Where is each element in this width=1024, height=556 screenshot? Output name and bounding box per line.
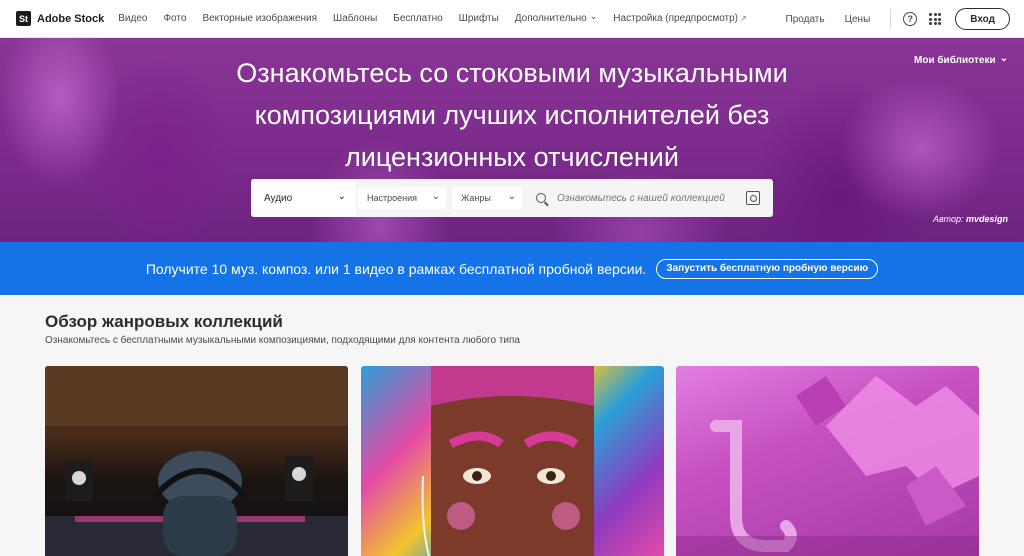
nav-link-free[interactable]: Бесплатно (393, 13, 442, 24)
credit-prefix: Автор: (932, 214, 964, 224)
illustrated-portrait-image (421, 366, 594, 556)
search-field (536, 179, 773, 217)
chevron-down-icon: ⌄ (507, 190, 516, 202)
chevron-down-icon: ⌄ (337, 190, 346, 202)
free-trial-text: Получите 10 муз. композ. или 1 видео в р… (145, 260, 647, 277)
brand-name: Adobe Stock (37, 12, 105, 25)
nav-link-more[interactable]: Дополнительно (515, 13, 598, 24)
free-trial-banner: Получите 10 муз. композ. или 1 видео в р… (0, 242, 1024, 295)
nav-link-templates[interactable]: Шаблоны (333, 13, 377, 24)
mood-filter-select[interactable]: Настроения ⌄ (358, 187, 446, 209)
collection-card-jazz[interactable] (676, 366, 979, 556)
collection-card-studio[interactable] (45, 366, 348, 556)
genre-collections-subtitle: Ознакомьтесь с бесплатными музыкальными … (45, 335, 520, 346)
credit-author[interactable]: mvdesign (966, 214, 1008, 224)
search-input[interactable] (557, 192, 737, 204)
content-type-select[interactable]: Аудио ⌄ (251, 179, 356, 217)
search-bar: Аудио ⌄ Настроения ⌄ Жанры ⌄ (251, 179, 773, 217)
nav-right: Продать Цены ? Вход (786, 0, 1010, 38)
top-navigation: St Adobe Stock Видео Фото Векторные изоб… (0, 0, 1024, 38)
nav-divider (890, 9, 892, 29)
adobe-stock-icon: St (16, 11, 31, 26)
sign-in-button[interactable]: Вход (955, 8, 1010, 30)
external-link-icon: ↗ (740, 14, 747, 23)
nav-link-customize-label: Настройка (предпросмотр) (613, 13, 739, 24)
nav-link-pricing[interactable]: Цены (845, 14, 871, 25)
start-free-trial-button[interactable]: Запустить бесплатную пробную версию (656, 258, 879, 279)
collection-card-pop[interactable] (361, 366, 664, 556)
nav-links: Видео Фото Векторные изображения Шаблоны… (118, 13, 762, 24)
help-icon[interactable]: ? (903, 12, 918, 26)
genre-collections-title: Обзор жанровых коллекций (45, 312, 283, 331)
search-icon (536, 193, 546, 203)
nav-link-photo[interactable]: Фото (163, 13, 186, 24)
saxophone-3d-image (676, 376, 979, 556)
genre-filter-select[interactable]: Жанры ⌄ (452, 187, 522, 209)
nav-link-customize-preview[interactable]: Настройка (предпросмотр) ↗ (613, 13, 746, 24)
content-type-value: Аудио (264, 192, 293, 204)
nav-link-sell[interactable]: Продать (786, 14, 825, 25)
studio-musician-image (45, 366, 348, 556)
nav-link-video[interactable]: Видео (118, 13, 147, 24)
genre-filter-label: Жанры (461, 193, 491, 203)
hero-title: Ознакомьтесь со стоковыми музыкальными к… (236, 58, 788, 172)
image-credit: Автор: mvdesign (933, 214, 1008, 224)
my-libraries-dropdown[interactable]: Мои библиотеки (914, 55, 1008, 66)
nav-link-vectors[interactable]: Векторные изображения (202, 13, 317, 24)
app-switcher-icon[interactable] (929, 13, 942, 25)
chevron-down-icon: ⌄ (431, 190, 440, 202)
nav-link-fonts[interactable]: Шрифты (459, 13, 499, 24)
visual-search-icon[interactable] (746, 191, 760, 205)
hero-banner: Ознакомьтесь со стоковыми музыкальными к… (0, 38, 1024, 242)
adobe-stock-logo[interactable]: St Adobe Stock (16, 11, 104, 26)
mood-filter-label: Настроения (367, 193, 418, 203)
